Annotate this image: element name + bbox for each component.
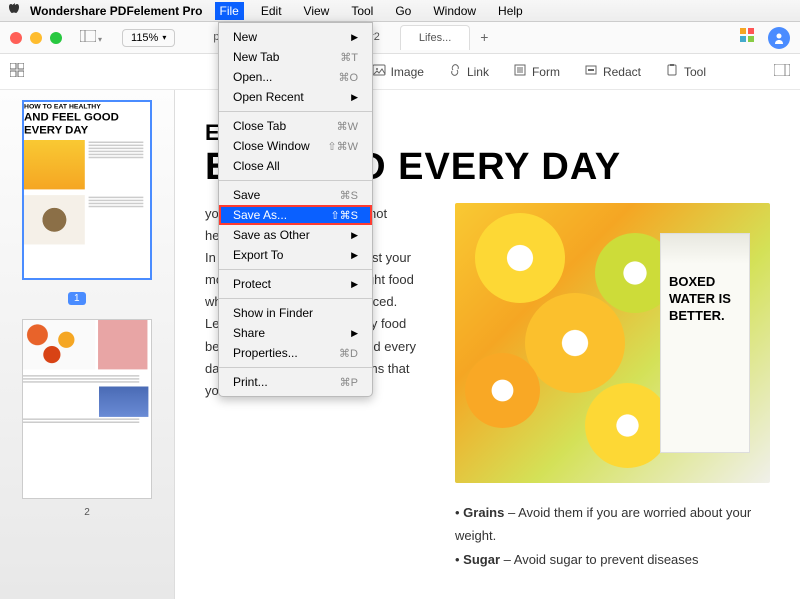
- apple-logo-icon[interactable]: [8, 3, 20, 18]
- page-number-1: 1: [68, 292, 86, 305]
- menu-window[interactable]: Window: [428, 2, 481, 20]
- app-name: Wondershare PDFelement Pro: [30, 4, 203, 18]
- menu-shortcut: ⌘T: [340, 51, 358, 64]
- close-window-button[interactable]: [10, 32, 22, 44]
- menu-item-label: Save As...: [233, 208, 287, 222]
- submenu-arrow-icon: ▶: [351, 250, 358, 261]
- menu-item-label: Properties...: [233, 346, 298, 360]
- mac-menubar: Wondershare PDFelement Pro File Edit Vie…: [0, 0, 800, 22]
- menu-help[interactable]: Help: [493, 2, 528, 20]
- menu-item-properties[interactable]: Properties... ⌘D: [219, 343, 372, 363]
- menu-separator: [219, 367, 372, 368]
- toolbar-link[interactable]: Link: [448, 63, 489, 80]
- menu-item-open-recent[interactable]: Open Recent ▶: [219, 87, 372, 107]
- submenu-arrow-icon: ▶: [351, 32, 358, 43]
- submenu-arrow-icon: ▶: [351, 92, 358, 103]
- menu-shortcut: ⇧⌘W: [327, 140, 358, 153]
- submenu-arrow-icon: ▶: [351, 230, 358, 241]
- apps-grid-icon[interactable]: [740, 28, 754, 47]
- zoom-selector[interactable]: 115%▾: [122, 29, 175, 47]
- menu-item-label: Close All: [233, 159, 280, 173]
- menu-item-label: Share: [233, 326, 265, 340]
- panel-toggle-icon[interactable]: [774, 64, 790, 79]
- menu-separator: [219, 298, 372, 299]
- menu-shortcut: ⇧⌘S: [330, 209, 358, 222]
- toolbar-form[interactable]: Form: [513, 63, 560, 80]
- menu-item-label: Export To: [233, 248, 283, 262]
- menu-separator: [219, 269, 372, 270]
- redact-icon: [584, 63, 598, 80]
- menu-go[interactable]: Go: [390, 2, 416, 20]
- menu-item-share[interactable]: Share ▶: [219, 323, 372, 343]
- menu-item-close-all[interactable]: Close All: [219, 156, 372, 176]
- menu-item-save-as-other[interactable]: Save as Other ▶: [219, 225, 372, 245]
- menu-item-label: Close Tab: [233, 119, 286, 133]
- menu-shortcut: ⌘W: [337, 120, 358, 133]
- zoom-value: 115%: [131, 32, 158, 44]
- menu-item-label: New Tab: [233, 50, 279, 64]
- workspace: HOW TO EAT HEALTHY AND FEEL GOOD EVERY D…: [0, 90, 800, 599]
- menu-tool[interactable]: Tool: [346, 2, 378, 20]
- menu-view[interactable]: View: [299, 2, 335, 20]
- menu-item-new-tab[interactable]: New Tab ⌘T: [219, 47, 372, 67]
- minimize-window-button[interactable]: [30, 32, 42, 44]
- maximize-window-button[interactable]: [50, 32, 62, 44]
- menu-item-label: Save as Other: [233, 228, 310, 242]
- menu-edit[interactable]: Edit: [256, 2, 287, 20]
- menu-file[interactable]: File: [215, 2, 244, 20]
- menu-item-print[interactable]: Print... ⌘P: [219, 372, 372, 392]
- menu-item-protect[interactable]: Protect ▶: [219, 274, 372, 294]
- menu-item-label: Close Window: [233, 139, 310, 153]
- menu-shortcut: ⌘D: [339, 347, 358, 360]
- menu-shortcut: ⌘P: [340, 376, 358, 389]
- tool-icon: [665, 63, 679, 80]
- doc-hero-image: BOXED WATER IS BETTER.: [455, 203, 770, 483]
- main-toolbar: Image Link Form Redact Tool: [0, 54, 800, 90]
- toolbar-redact[interactable]: Redact: [584, 63, 641, 80]
- image-icon: [372, 63, 386, 80]
- menu-item-save[interactable]: Save ⌘S: [219, 185, 372, 205]
- menu-item-label: Open Recent: [233, 90, 304, 104]
- tab-3[interactable]: Lifes...: [400, 25, 470, 50]
- menu-item-save-as[interactable]: Save As... ⇧⌘S: [219, 205, 372, 225]
- menu-item-label: Open...: [233, 70, 272, 84]
- carton-text: BOXED WATER IS BETTER.: [660, 233, 750, 453]
- doc-bullets: • Grains – Avoid them if you are worried…: [455, 501, 770, 571]
- menu-item-label: Protect: [233, 277, 271, 291]
- submenu-arrow-icon: ▶: [351, 279, 358, 290]
- user-avatar[interactable]: [768, 27, 790, 49]
- link-icon: [448, 63, 462, 80]
- thumbnails-panel-icon[interactable]: [10, 63, 24, 80]
- window-titlebar: ▾ 115%▾ prod.. Prod... color2 Lifes... +: [0, 22, 800, 54]
- menu-item-label: New: [233, 30, 257, 44]
- menu-item-new[interactable]: New ▶: [219, 27, 372, 47]
- toolbar-image[interactable]: Image: [372, 63, 424, 80]
- form-icon: [513, 63, 527, 80]
- file-menu-dropdown: New ▶ New Tab ⌘T Open... ⌘O Open Recent ▶ Close …: [218, 22, 373, 397]
- page-thumbnail-1[interactable]: HOW TO EAT HEALTHY AND FEEL GOOD EVERY D…: [22, 100, 152, 280]
- menu-item-export-to[interactable]: Export To ▶: [219, 245, 372, 265]
- menu-item-open[interactable]: Open... ⌘O: [219, 67, 372, 87]
- menu-item-label: Show in Finder: [233, 306, 313, 320]
- thumbnails-sidebar: HOW TO EAT HEALTHY AND FEEL GOOD EVERY D…: [0, 90, 175, 599]
- page-thumbnail-2[interactable]: [22, 319, 152, 499]
- menu-item-show-in-finder[interactable]: Show in Finder: [219, 303, 372, 323]
- window-controls: [10, 32, 62, 44]
- submenu-arrow-icon: ▶: [351, 328, 358, 339]
- menu-separator: [219, 111, 372, 112]
- menu-item-close-window[interactable]: Close Window ⇧⌘W: [219, 136, 372, 156]
- toolbar-tool[interactable]: Tool: [665, 63, 706, 80]
- page-number-2: 2: [10, 507, 164, 518]
- menu-shortcut: ⌘S: [340, 189, 358, 202]
- menu-separator: [219, 180, 372, 181]
- menu-shortcut: ⌘O: [338, 71, 358, 84]
- add-tab-button[interactable]: +: [472, 25, 496, 50]
- menu-item-close-tab[interactable]: Close Tab ⌘W: [219, 116, 372, 136]
- menu-item-label: Print...: [233, 375, 268, 389]
- sidebar-toggle-icon[interactable]: ▾: [80, 29, 102, 47]
- menu-item-label: Save: [233, 188, 260, 202]
